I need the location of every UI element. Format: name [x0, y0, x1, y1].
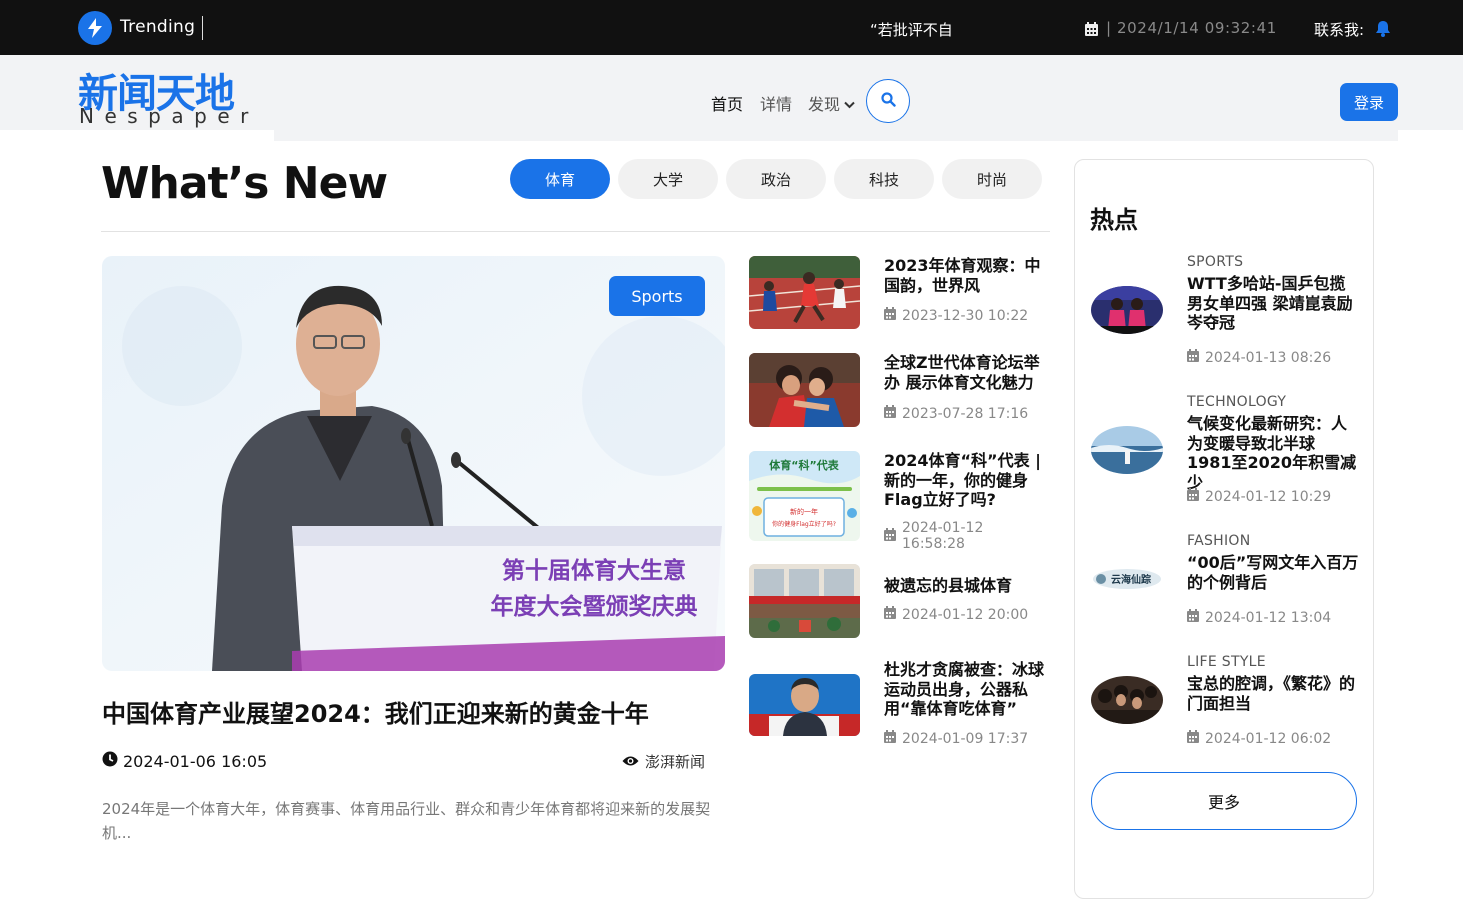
logo-subtitle: Nespaper	[79, 104, 259, 128]
hot-date: 2024-01-12 13:04	[1187, 609, 1331, 626]
calendar-icon	[1187, 488, 1199, 505]
article-date-text: 2023-12-30 10:22	[902, 307, 1029, 324]
header-strip	[274, 130, 1398, 141]
calendar-icon	[884, 606, 896, 623]
calendar-icon	[884, 527, 896, 545]
hot-title[interactable]: “00后”写网文年入百万的个例背后	[1187, 553, 1359, 592]
featured-description: 2024年是一个体育大年，体育赛事、体育用品行业、群众和青少年体育都将迎来新的发…	[102, 800, 711, 842]
nav-detail[interactable]: 详情	[760, 91, 792, 115]
hot-title[interactable]: 气候变化最新研究：人为变暖导致北半球1981至2020年积雪减少	[1187, 414, 1359, 492]
contact-label: 联系我:	[1314, 21, 1365, 39]
tab-politics[interactable]: 政治	[726, 159, 826, 199]
chevron-down-icon	[844, 94, 855, 113]
hot-category: TECHNOLOGY	[1187, 394, 1287, 410]
category-badge[interactable]: Sports	[609, 276, 705, 316]
category-tabs: 体育 大学 政治 科技 时尚	[510, 159, 1042, 199]
hot-title[interactable]: WTT多哈站-国乒包揽男女单四强 梁靖崑袁励岑夺冠	[1187, 274, 1359, 333]
more-button[interactable]: 更多	[1091, 772, 1357, 830]
article-date-text: 2024-01-12 20:00	[902, 606, 1029, 623]
hot-category: LIFE STYLE	[1187, 654, 1266, 670]
article-title[interactable]: 被遗忘的县城体育	[884, 576, 1052, 596]
hot-category: SPORTS	[1187, 254, 1244, 270]
featured-source: 澎湃新闻	[622, 751, 705, 772]
bell-icon[interactable]	[1375, 20, 1391, 41]
article-thumbnail[interactable]	[749, 256, 860, 329]
thumb-line: 新的一年	[790, 507, 818, 516]
article-title[interactable]: 2024体育“科”代表 | 新的一年，你的健身Flag立好了吗?	[884, 451, 1052, 510]
login-button[interactable]: 登录	[1340, 83, 1398, 121]
current-datetime: | 2024/1/14 09:32:41	[1106, 19, 1277, 37]
article-thumbnail[interactable]: 体育“科”代表 新的一年 你的健身Flag立好了吗?	[749, 451, 860, 541]
trending-label: Trending	[120, 17, 196, 37]
article-date: 2024-01-12 20:00	[884, 606, 1028, 623]
hot-date-text: 2024-01-12 06:02	[1205, 730, 1332, 747]
top-bar: Trending “若批评不自 | 2024/1/14 09:32:41 联系我…	[0, 0, 1463, 55]
hot-category: FASHION	[1187, 533, 1251, 549]
hot-date-text: 2024-01-12 13:04	[1205, 609, 1332, 626]
article-date-text: 2024-01-12 16:58:28	[902, 520, 984, 552]
search-button[interactable]	[866, 79, 910, 123]
article-thumbnail[interactable]	[1091, 286, 1163, 334]
calendar-icon	[1187, 349, 1199, 366]
section-title: What’s New	[101, 158, 388, 209]
hot-date: 2024-01-12 06:02	[1187, 730, 1331, 747]
article-date: 2023-07-28 17:16	[884, 405, 1028, 422]
bolt-icon	[78, 11, 112, 45]
podium-text-line2: 年度大会暨颁奖庆典	[491, 593, 698, 620]
tab-fashion[interactable]: 时尚	[942, 159, 1042, 199]
divider	[101, 231, 1050, 232]
nav-discover-label: 发现	[808, 95, 841, 114]
article-date: 2023-12-30 10:22	[884, 307, 1028, 324]
divider	[202, 16, 203, 40]
calendar-icon	[884, 307, 896, 324]
article-thumbnail[interactable]	[1091, 426, 1163, 474]
featured-date-text: 2024-01-06 16:05	[123, 751, 268, 771]
featured-source-text: 澎湃新闻	[645, 753, 706, 771]
hot-date: 2024-01-12 10:29	[1187, 488, 1331, 505]
hot-title[interactable]: 宝总的腔调，《繁花》的门面担当	[1187, 674, 1359, 713]
article-thumbnail[interactable]	[1091, 676, 1163, 724]
article-thumbnail[interactable]: 云海仙踪	[1091, 555, 1163, 603]
calendar-icon	[884, 730, 896, 747]
calendar-icon	[1187, 609, 1199, 626]
tab-technology[interactable]: 科技	[834, 159, 934, 199]
calendar-icon	[1085, 21, 1098, 40]
sidebar-title: 热点	[1090, 206, 1138, 234]
hot-date-text: 2024-01-12 10:29	[1205, 488, 1332, 505]
calendar-icon	[1187, 730, 1199, 747]
hot-date: 2024-01-13 08:26	[1187, 349, 1331, 366]
tab-sports[interactable]: 体育	[510, 159, 610, 199]
article-title[interactable]: 杜兆才贪腐被查：冰球运动员出身，公器私用“靠体育吃体育”	[884, 660, 1052, 719]
article-date: 2024-01-09 17:37	[884, 730, 1028, 747]
article-date-text: 2024-01-09 17:37	[902, 730, 1029, 747]
search-icon	[880, 91, 896, 111]
calendar-icon	[884, 405, 896, 422]
thumb-line: 你的健身Flag立好了吗?	[772, 520, 836, 528]
thumb-heading: 体育“科”代表	[769, 458, 839, 472]
article-thumbnail[interactable]	[749, 353, 860, 427]
featured-image[interactable]: 第十届体育大生意 年度大会暨颁奖庆典	[102, 256, 725, 671]
nav-discover[interactable]: 发现	[808, 91, 855, 115]
thumb-text: 云海仙踪	[1111, 573, 1151, 586]
article-title[interactable]: 全球Z世代体育论坛举办 展示体育文化魅力	[884, 353, 1052, 392]
article-date: 2024-01-12 16:58:28	[884, 520, 1049, 552]
nav-home[interactable]: 首页	[711, 91, 743, 115]
article-date-text: 2023-07-28 17:16	[902, 405, 1029, 422]
eye-icon	[622, 753, 639, 771]
article-thumbnail[interactable]	[749, 564, 860, 638]
featured-title[interactable]: 中国体育产业展望2024：我们正迎来新的黄金十年	[102, 694, 649, 729]
news-ticker[interactable]: “若批评不自	[870, 19, 953, 40]
clock-icon	[102, 751, 118, 771]
article-thumbnail[interactable]	[749, 674, 860, 736]
featured-date: 2024-01-06 16:05	[102, 751, 267, 771]
article-title[interactable]: 2023年体育观察：中国韵，世界风	[884, 256, 1052, 295]
podium-text-line1: 第十届体育大生意	[502, 557, 686, 584]
tab-university[interactable]: 大学	[618, 159, 718, 199]
hot-date-text: 2024-01-13 08:26	[1205, 349, 1332, 366]
